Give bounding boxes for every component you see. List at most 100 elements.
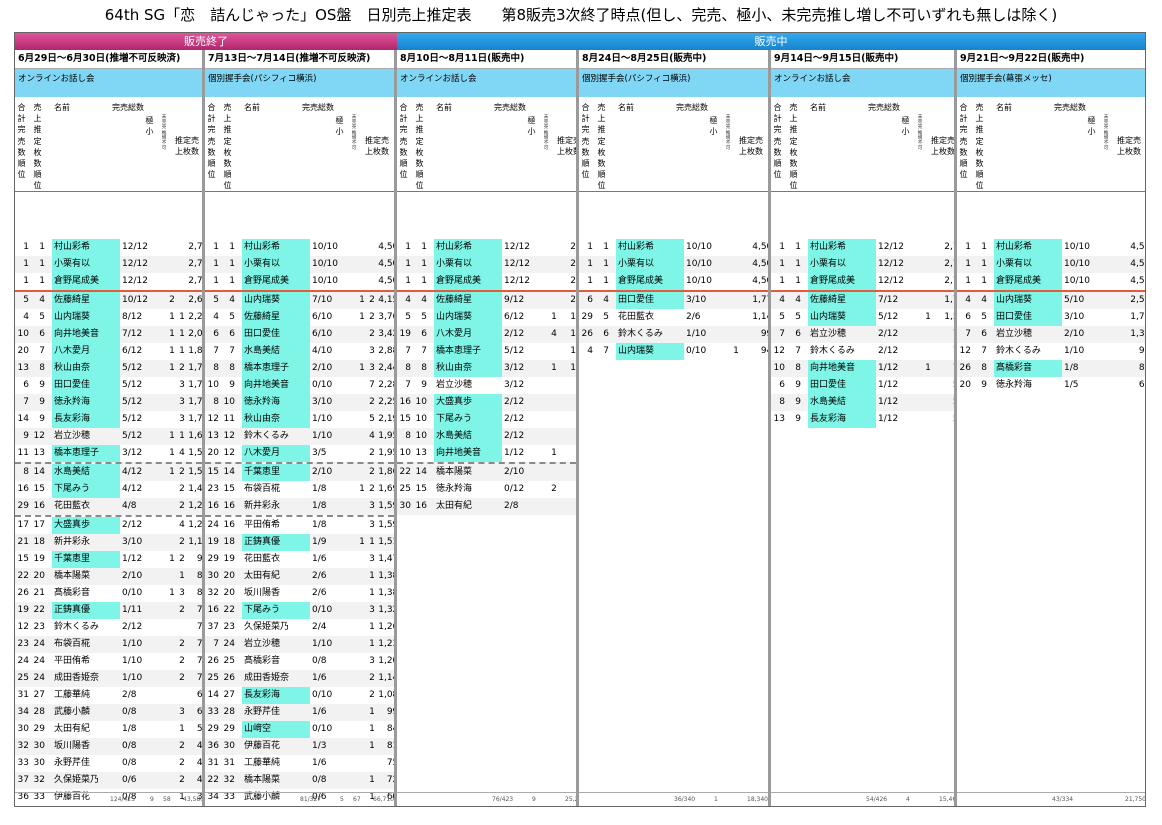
- rank-cell: 20: [959, 380, 971, 390]
- table-row: 1211秋山由奈1/1052,190: [205, 411, 394, 428]
- sold-out-count: 4/12: [122, 467, 143, 477]
- rank-cell: 5: [405, 312, 411, 322]
- sold-out-count: 1/5: [1064, 380, 1079, 390]
- table-row: 76 岩立沙穂 2/10 1,380: [957, 326, 1145, 343]
- sold-out-count: 7/12: [122, 329, 143, 339]
- est-sales: 810: [386, 741, 394, 751]
- rank-cell: 37: [207, 622, 219, 632]
- est-rank-cell: 1: [981, 276, 987, 286]
- est-rank-cell: 21: [33, 588, 45, 598]
- member-name: 橋本陽菜: [244, 775, 281, 785]
- header-goku: 極小: [1087, 116, 1096, 136]
- table-row: 138秋山由奈5/12121,750: [15, 360, 202, 377]
- est-rank-cell: 16: [223, 520, 235, 530]
- est-rank-cell: 7: [795, 346, 801, 356]
- est-rank-cell: 24: [33, 656, 45, 666]
- est-sales: 1,770: [752, 295, 768, 305]
- rank-cell: 4: [23, 312, 29, 322]
- member-name: 秋山由奈: [434, 360, 502, 377]
- rank-cell: 15: [207, 467, 219, 477]
- rank-cell: 26: [17, 588, 29, 598]
- est-sales: 1,360: [570, 329, 579, 339]
- est-sales: 2,160: [570, 295, 579, 305]
- sold-out-count: 0/8: [312, 656, 327, 666]
- est-sales: 560: [196, 724, 203, 734]
- est-rank-cell: 7: [39, 346, 45, 356]
- header-mini: 未完売推増不可: [917, 115, 923, 152]
- est-sales: 420: [196, 758, 203, 768]
- member-name: 山内瑞葵: [242, 292, 310, 309]
- rank-cell: 32: [207, 588, 219, 598]
- table-row: 12 7 鈴木くるみ 2/12 760: [771, 343, 954, 360]
- est-rank-cell: 18: [33, 537, 45, 547]
- est-sales: 1,720: [188, 380, 203, 390]
- member-name: 徳永羚海: [436, 484, 473, 494]
- rank-cell: 31: [17, 690, 29, 700]
- est-rank-cell: 7: [981, 346, 987, 356]
- est-sales: 1,690: [378, 484, 394, 494]
- sold-out-count: 2/6: [312, 588, 327, 598]
- est-rank-cell: 19: [33, 554, 45, 564]
- est-sales: 760: [569, 428, 576, 445]
- table-row: 64 田口愛佳3/10 1,770: [579, 292, 768, 309]
- footer-total: 124/425: [110, 796, 135, 803]
- sold-out-count: 5/12: [122, 397, 143, 407]
- est-rank-cell: 1: [229, 259, 235, 269]
- table-row: 25 15 徳永羚海 0/12 2 660: [397, 481, 576, 498]
- est-sales: 760: [569, 394, 576, 411]
- member-name: 山﨑空: [242, 721, 310, 738]
- member-name: 橋本恵理子: [52, 445, 120, 462]
- event-type: 個別握手会(幕張メッセ): [957, 69, 1145, 97]
- est-sales: 420: [196, 775, 203, 785]
- event-type: 個別握手会(パシフィコ横浜): [205, 69, 394, 97]
- sold-out-count: 2/6: [686, 312, 701, 322]
- rank-cell: 14: [17, 414, 29, 424]
- sold-out-count: 5/12: [504, 346, 525, 356]
- member-name: 橋本恵理子: [434, 343, 502, 360]
- est-rank-cell: 20: [223, 588, 235, 598]
- header-name: 名前: [54, 103, 70, 112]
- sold-out-count: 3/10: [1064, 312, 1085, 322]
- member-name: 小栗有以: [616, 256, 684, 273]
- rank-cell: 10: [207, 380, 219, 390]
- rank-cell: 6: [23, 380, 29, 390]
- rank-cell: 10: [773, 363, 785, 373]
- est-sales: 1,830: [188, 346, 203, 356]
- sold-out-count: 3/10: [122, 537, 143, 547]
- est-rank-cell: 9: [39, 397, 45, 407]
- sold-out-count: 3/12: [122, 448, 143, 458]
- table-row: 2416平田侑希1/831,590: [205, 515, 394, 534]
- est-rank-cell: 16: [33, 501, 45, 511]
- est-rank-cell: 7: [229, 346, 235, 356]
- sold-out-count: 10/10: [686, 276, 712, 286]
- header-goku: 極小: [145, 116, 154, 136]
- table-row: 2524成田香姫奈1/102740: [15, 670, 202, 687]
- table-row: 79徳永羚海5/1231,720: [15, 394, 202, 411]
- sold-out-count: 2/12: [504, 397, 525, 407]
- member-name: 小栗有以: [808, 256, 876, 273]
- member-name: 橋本陽菜: [436, 467, 473, 477]
- est-rank-cell: 1: [39, 242, 45, 252]
- est-rank-cell: 10: [415, 397, 427, 407]
- table-row: 12 7 鈴木くるみ 1/10 990: [957, 343, 1145, 360]
- est-rank-cell: 27: [33, 690, 45, 700]
- member-name: 村山彩希: [616, 239, 684, 256]
- sold-out-count: 1/8: [312, 520, 327, 530]
- table-row: 3029太田有紀1/81560: [15, 721, 202, 738]
- est-rank-cell: 14: [33, 467, 45, 477]
- table-row: 207八木愛月6/12111,830: [15, 343, 202, 360]
- rank-cell: 32: [17, 741, 29, 751]
- sold-out-count: 6/10: [312, 312, 333, 322]
- sold-out-count: 1/8: [122, 724, 137, 734]
- member-rows: 11村山彩希10/104,50011小栗有以10/104,50011倉野尾成美1…: [957, 239, 1145, 394]
- est-rank-cell: 1: [795, 276, 801, 286]
- est-sales: 820: [196, 571, 203, 581]
- est-rank-cell: 1: [229, 242, 235, 252]
- member-name: 太田有紀: [436, 501, 473, 511]
- est-rank-cell: 12: [223, 431, 235, 441]
- header-mini: 未完売推増不可: [725, 115, 731, 152]
- header-rank: 合計完売数順位: [773, 103, 782, 180]
- table-row: 3723久保姫菜乃2/411,260: [205, 619, 394, 636]
- table-row: 11 小栗有以10/10 4,500: [957, 256, 1145, 273]
- est-sales: 1,140: [188, 537, 203, 547]
